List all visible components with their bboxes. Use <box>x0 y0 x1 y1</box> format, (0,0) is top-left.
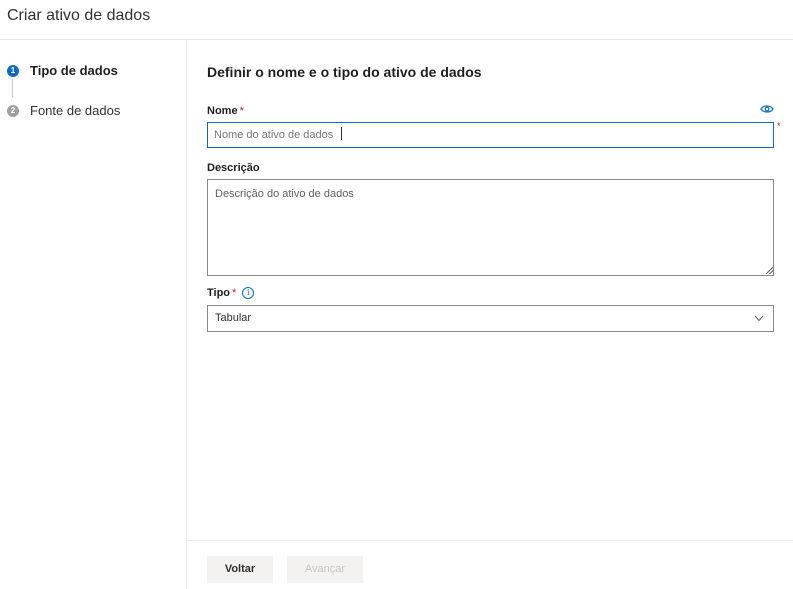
next-button[interactable]: Avançar <box>287 556 363 583</box>
description-label: Descrição <box>207 162 260 174</box>
step-1-indicator: 1 <box>7 64 19 77</box>
step-2-label: Fonte de dados <box>30 103 121 118</box>
step-data-type[interactable]: 1 Tipo de dados <box>7 63 118 78</box>
type-required-mark: * <box>232 287 237 299</box>
step-2-indicator: 2 <box>7 104 19 117</box>
type-label: Tipo * i <box>207 287 255 299</box>
wizard-steps: 1 Tipo de dados 2 Fonte de dados <box>0 40 186 589</box>
create-data-asset-page: Criar ativo de dados 1 Tipo de dados 2 F… <box>0 0 793 589</box>
type-selected-value: Tabular <box>215 312 252 324</box>
name-label: Nome * <box>207 105 244 117</box>
type-label-text: Tipo <box>207 287 231 299</box>
name-outside-required-mark: * <box>777 121 781 131</box>
step-1-label: Tipo de dados <box>30 63 118 78</box>
name-label-text: Nome <box>207 105 238 117</box>
resize-grip-icon[interactable] <box>765 266 773 274</box>
panel-title: Criar ativo de dados <box>7 7 151 24</box>
type-select[interactable]: Tabular <box>207 305 774 332</box>
form-heading: Definir o nome e o tipo do ativo de dado… <box>207 64 482 80</box>
name-required-mark: * <box>239 105 244 117</box>
step-connector <box>12 79 13 97</box>
sidebar-divider <box>186 40 187 589</box>
info-icon[interactable]: i <box>242 287 255 299</box>
footer-divider <box>187 540 793 541</box>
name-input[interactable] <box>207 122 774 148</box>
eye-icon[interactable] <box>760 103 774 115</box>
step-data-source[interactable]: 2 Fonte de dados <box>7 103 120 118</box>
text-cursor <box>341 127 342 140</box>
description-textarea[interactable]: Descrição do ativo de dados <box>207 179 774 276</box>
chevron-down-icon <box>754 315 764 322</box>
description-placeholder: Descrição do ativo de dados <box>215 188 354 200</box>
back-button[interactable]: Voltar <box>207 556 273 583</box>
